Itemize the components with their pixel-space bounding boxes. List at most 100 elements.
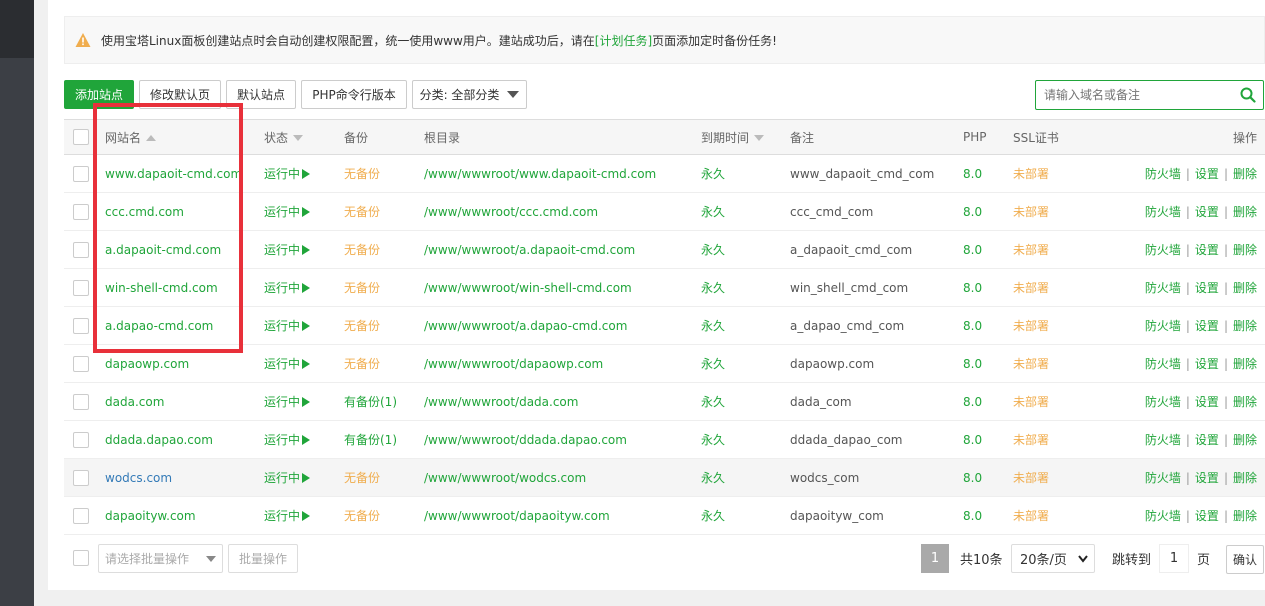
settings-link[interactable]: 设置 [1195, 167, 1219, 181]
backup-link[interactable]: 无备份 [344, 357, 380, 371]
row-checkbox[interactable] [73, 279, 89, 296]
php-version-link[interactable]: 8.0 [963, 471, 982, 485]
expire-link[interactable]: 永久 [701, 471, 725, 485]
site-status[interactable]: 运行中 [264, 319, 311, 333]
remark-text[interactable]: dapaoityw_com [790, 509, 884, 523]
site-status[interactable]: 运行中 [264, 357, 311, 371]
expire-link[interactable]: 永久 [701, 509, 725, 523]
site-name-link[interactable]: a.dapao-cmd.com [105, 319, 213, 333]
search-input[interactable] [1036, 81, 1226, 109]
row-checkbox[interactable] [73, 393, 89, 410]
row-checkbox[interactable] [73, 431, 89, 448]
site-name-link[interactable]: ccc.cmd.com [105, 205, 184, 219]
php-version-link[interactable]: 8.0 [963, 319, 982, 333]
settings-link[interactable]: 设置 [1195, 509, 1219, 523]
delete-link[interactable]: 删除 [1233, 167, 1257, 181]
ssl-status-link[interactable]: 未部署 [1013, 357, 1049, 371]
root-dir-link[interactable]: /www/wwwroot/ddada.dapao.com [424, 433, 627, 447]
footer-select-all-checkbox[interactable] [73, 550, 89, 566]
expire-link[interactable]: 永久 [701, 281, 725, 295]
site-name-link[interactable]: win-shell-cmd.com [105, 281, 218, 295]
site-status[interactable]: 运行中 [264, 281, 311, 295]
expire-link[interactable]: 永久 [701, 357, 725, 371]
php-version-link[interactable]: 8.0 [963, 433, 982, 447]
delete-link[interactable]: 删除 [1233, 319, 1257, 333]
delete-link[interactable]: 删除 [1233, 395, 1257, 409]
ssl-status-link[interactable]: 未部署 [1013, 319, 1049, 333]
root-dir-link[interactable]: /www/wwwroot/www.dapaoit-cmd.com [424, 167, 656, 181]
settings-link[interactable]: 设置 [1195, 357, 1219, 371]
site-name-link[interactable]: dapaoityw.com [105, 509, 196, 523]
ssl-status-link[interactable]: 未部署 [1013, 167, 1049, 181]
root-dir-link[interactable]: /www/wwwroot/dapaowp.com [424, 357, 603, 371]
row-checkbox[interactable] [73, 241, 89, 258]
batch-operation-button[interactable]: 批量操作 [228, 544, 298, 573]
delete-link[interactable]: 删除 [1233, 205, 1257, 219]
ssl-status-link[interactable]: 未部署 [1013, 509, 1049, 523]
remark-text[interactable]: ddada_dapao_com [790, 433, 902, 447]
delete-link[interactable]: 删除 [1233, 357, 1257, 371]
firewall-link[interactable]: 防火墙 [1145, 433, 1181, 447]
settings-link[interactable]: 设置 [1195, 471, 1219, 485]
firewall-link[interactable]: 防火墙 [1145, 281, 1181, 295]
firewall-link[interactable]: 防火墙 [1145, 471, 1181, 485]
firewall-link[interactable]: 防火墙 [1145, 395, 1181, 409]
backup-link[interactable]: 无备份 [344, 205, 380, 219]
backup-link[interactable]: 有备份(1) [344, 433, 397, 447]
php-version-link[interactable]: 8.0 [963, 243, 982, 257]
root-dir-link[interactable]: /www/wwwroot/a.dapao-cmd.com [424, 319, 627, 333]
sidebar-active-item[interactable] [0, 0, 34, 58]
remark-text[interactable]: wodcs_com [790, 471, 859, 485]
root-dir-link[interactable]: /www/wwwroot/a.dapaoit-cmd.com [424, 243, 635, 257]
category-select[interactable]: 分类: 全部分类 [412, 80, 527, 109]
remark-text[interactable]: dada_com [790, 395, 852, 409]
cron-task-link[interactable]: [计划任务] [595, 32, 652, 49]
remark-text[interactable]: ccc_cmd_com [790, 205, 873, 219]
modify-default-page-button[interactable]: 修改默认页 [139, 80, 221, 109]
delete-link[interactable]: 删除 [1233, 281, 1257, 295]
remark-text[interactable]: win_shell_cmd_com [790, 281, 908, 295]
ssl-status-link[interactable]: 未部署 [1013, 395, 1049, 409]
ssl-status-link[interactable]: 未部署 [1013, 205, 1049, 219]
php-version-link[interactable]: 8.0 [963, 167, 982, 181]
site-status[interactable]: 运行中 [264, 167, 311, 181]
expire-link[interactable]: 永久 [701, 319, 725, 333]
delete-link[interactable]: 删除 [1233, 243, 1257, 257]
php-version-link[interactable]: 8.0 [963, 281, 982, 295]
settings-link[interactable]: 设置 [1195, 243, 1219, 257]
settings-link[interactable]: 设置 [1195, 433, 1219, 447]
row-checkbox[interactable] [73, 355, 89, 372]
row-checkbox[interactable] [73, 165, 89, 182]
remark-text[interactable]: a_dapaoit_cmd_com [790, 243, 912, 257]
settings-link[interactable]: 设置 [1195, 319, 1219, 333]
expire-link[interactable]: 永久 [701, 433, 725, 447]
ssl-status-link[interactable]: 未部署 [1013, 281, 1049, 295]
jump-page-input[interactable]: 1 [1159, 544, 1189, 573]
settings-link[interactable]: 设置 [1195, 395, 1219, 409]
firewall-link[interactable]: 防火墙 [1145, 243, 1181, 257]
row-checkbox[interactable] [73, 507, 89, 524]
select-all-checkbox[interactable] [73, 129, 89, 145]
root-dir-link[interactable]: /www/wwwroot/dapaoityw.com [424, 509, 610, 523]
header-expire[interactable]: 到期时间 [701, 119, 790, 155]
row-checkbox[interactable] [73, 317, 89, 334]
firewall-link[interactable]: 防火墙 [1145, 319, 1181, 333]
site-name-link[interactable]: www.dapaoit-cmd.com [105, 167, 242, 181]
remark-text[interactable]: dapaowp.com [790, 357, 874, 371]
root-dir-link[interactable]: /www/wwwroot/wodcs.com [424, 471, 586, 485]
expire-link[interactable]: 永久 [701, 243, 725, 257]
delete-link[interactable]: 删除 [1233, 509, 1257, 523]
row-checkbox[interactable] [73, 469, 89, 486]
firewall-link[interactable]: 防火墙 [1145, 167, 1181, 181]
site-status[interactable]: 运行中 [264, 471, 311, 485]
root-dir-link[interactable]: /www/wwwroot/dada.com [424, 395, 578, 409]
site-name-link[interactable]: dada.com [105, 395, 164, 409]
firewall-link[interactable]: 防火墙 [1145, 357, 1181, 371]
root-dir-link[interactable]: /www/wwwroot/ccc.cmd.com [424, 205, 598, 219]
row-checkbox[interactable] [73, 203, 89, 220]
search-box[interactable] [1035, 80, 1264, 110]
expire-link[interactable]: 永久 [701, 205, 725, 219]
search-icon[interactable] [1240, 87, 1256, 103]
backup-link[interactable]: 无备份 [344, 471, 380, 485]
backup-link[interactable]: 无备份 [344, 509, 380, 523]
